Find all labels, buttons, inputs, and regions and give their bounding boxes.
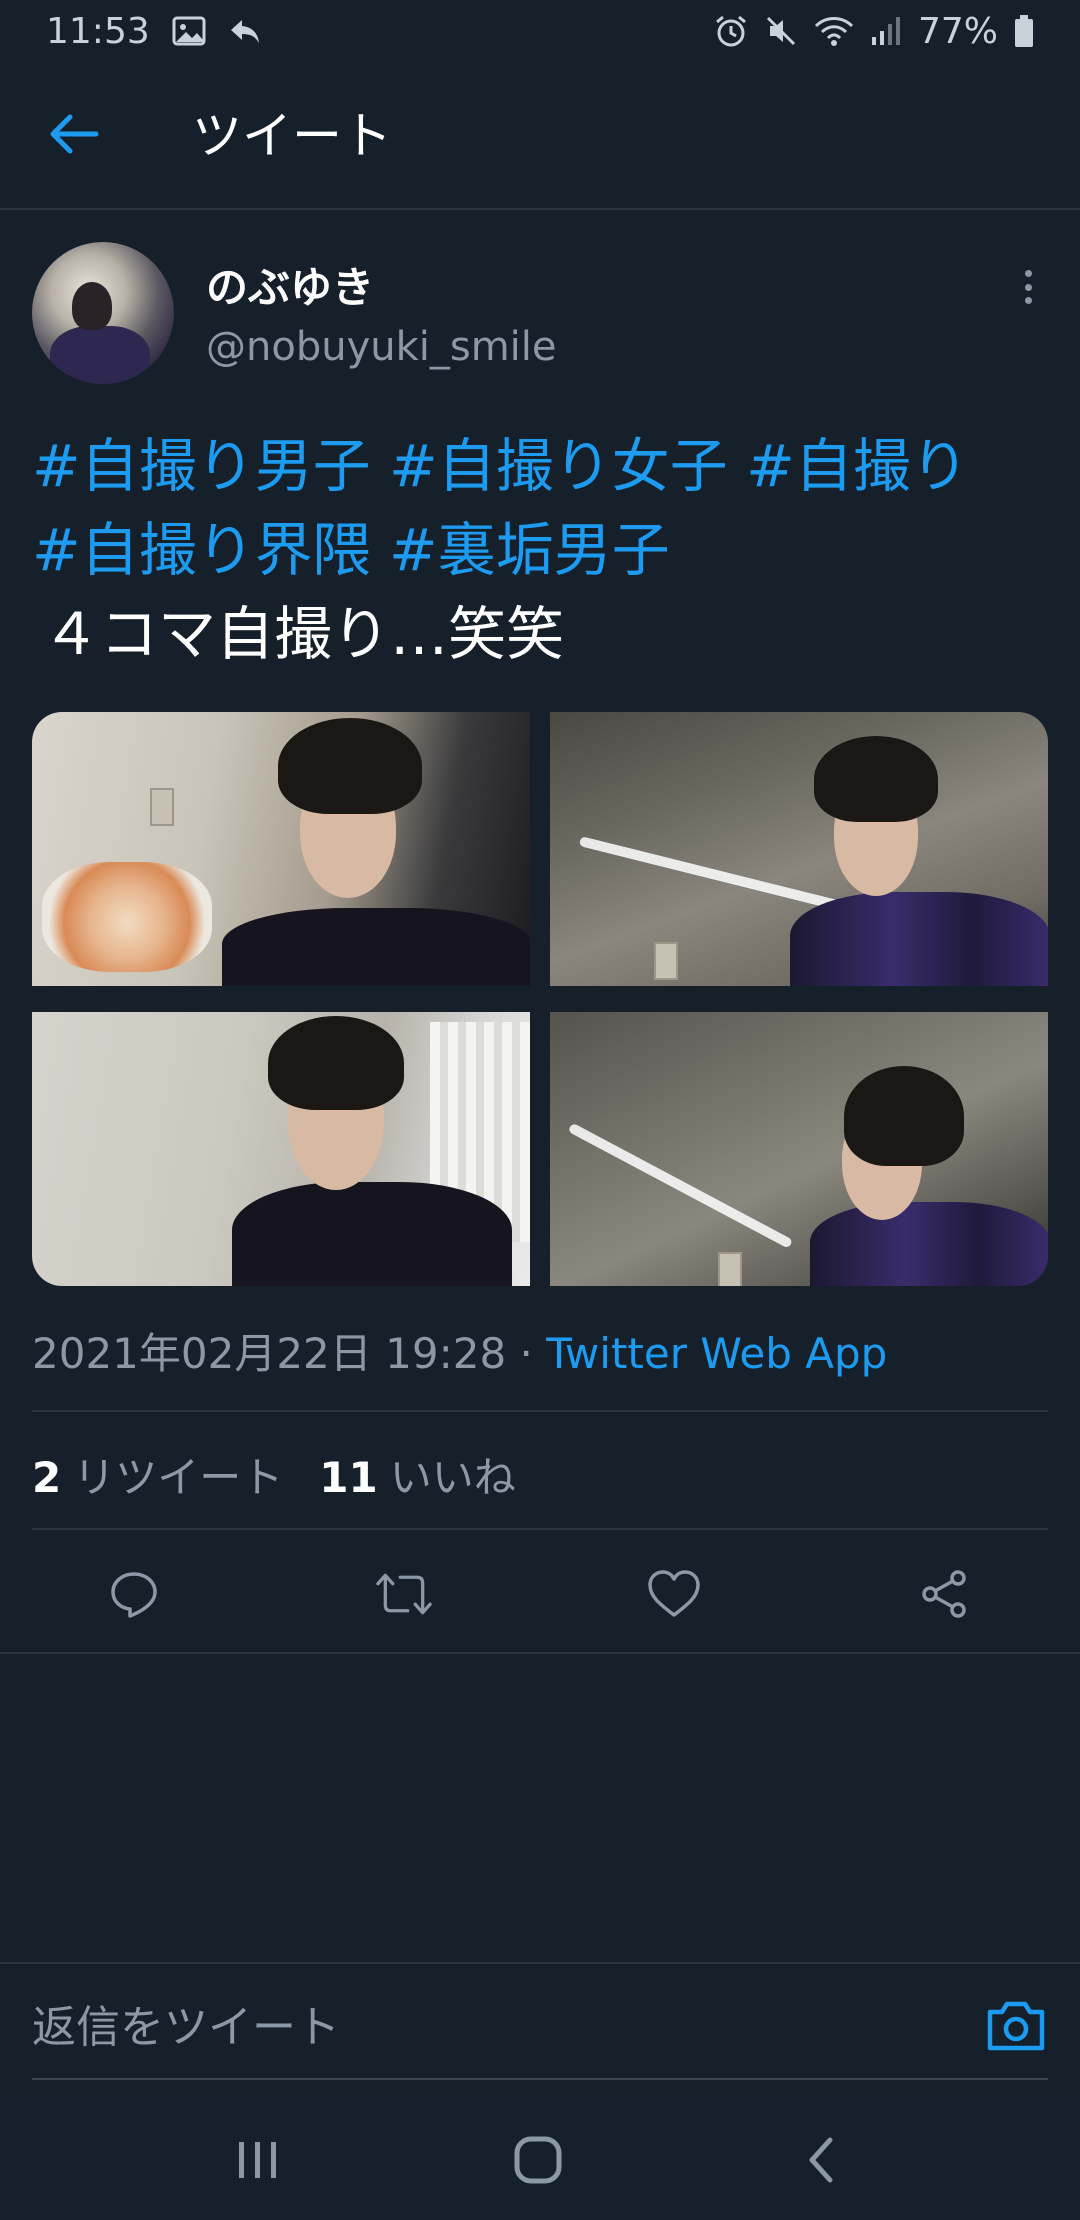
author-name[interactable]: のぶゆき [206,254,374,315]
battery-text: 77% [917,10,998,52]
back-icon[interactable] [792,2132,852,2188]
page-title: ツイート [192,107,392,165]
avatar-figure-head [72,282,112,330]
light-switch-shape [654,942,678,980]
likes-label: いいね [389,1453,516,1502]
more-options-icon[interactable] [1010,264,1046,310]
back-button[interactable] [44,108,104,164]
timestamp-text: 2021年02月22日 19:28 · [32,1329,547,1378]
recents-icon[interactable] [228,2132,288,2188]
divider [0,1652,1080,1654]
divider [32,1528,1048,1530]
reply-underline [32,2078,1048,2080]
hashtag-link[interactable]: #裏垢男子 [389,516,670,584]
media-grid [32,712,1048,1286]
reply-bar: 返信をツイート [0,1962,1080,2092]
light-switch-shape [150,788,174,826]
person-shirt [810,1202,1048,1286]
tweet-timestamp: 2021年02月22日 19:28 · Twitter Web App [32,1320,887,1381]
reply-arrow-icon [228,17,262,45]
person-hair [814,736,938,822]
light-beam [567,1122,794,1249]
reply-icon[interactable] [106,1566,162,1622]
hashtag-link[interactable]: #自撮り界隈 [32,516,371,584]
person-hair [268,1016,404,1110]
hashtag-link[interactable]: #自撮り男子 [32,432,371,500]
likes-stat[interactable]: 11 いいね [319,1444,515,1505]
app-header: ツイート [0,62,1080,210]
status-time: 11:53 [46,10,150,52]
home-icon[interactable] [508,2132,568,2188]
source-link[interactable]: Twitter Web App [546,1329,887,1378]
tweet-photo-2[interactable] [550,712,1048,986]
status-bar: 11:53 77% [0,0,1080,62]
person-shirt [232,1182,512,1286]
hashtag-link[interactable]: #自撮り [746,432,969,500]
hashtag-link[interactable]: #自撮り女子 [389,432,728,500]
avatar[interactable] [32,242,174,384]
person-hair [844,1066,964,1166]
tweet-stats: 2 リツイート 11 いいね [32,1444,516,1505]
tweet-actions [0,1540,1080,1646]
retweets-stat[interactable]: 2 リツイート [32,1444,283,1505]
author-handle[interactable]: @nobuyuki_smile [206,324,557,370]
likes-count: 11 [319,1453,378,1502]
signal-icon [870,15,902,47]
avatar-figure-body [50,326,150,384]
retweets-count: 2 [32,1453,62,1502]
camera-icon[interactable] [984,1994,1048,2058]
divider [32,1410,1048,1412]
like-icon[interactable] [646,1566,702,1622]
system-nav-bar [0,2094,1080,2220]
tweet-body: ４コマ自撮り…笑笑 [42,600,565,668]
reply-input[interactable]: 返信をツイート [32,1998,932,2058]
retweets-label: リツイート [73,1453,284,1502]
mute-icon [764,14,798,48]
tweet-text: #自撮り男子 #自撮り女子 #自撮り #自撮り界隈 #裏垢男子 ４コマ自撮り…笑… [32,424,1048,676]
tweet-photo-4[interactable] [550,1012,1048,1286]
light-switch-shape [718,1252,742,1286]
share-icon[interactable] [916,1566,972,1622]
person-shirt [222,908,530,986]
light-beam [578,836,853,914]
alarm-icon [714,14,748,48]
image-icon [172,16,206,46]
tweet-photo-3[interactable] [32,1012,530,1286]
battery-icon [1014,14,1034,48]
retweet-icon[interactable] [376,1566,432,1622]
tweet-photo-1[interactable] [32,712,530,986]
cat-bed-shape [42,862,212,972]
person-hair [278,718,422,814]
arrow-left-icon [48,112,100,160]
person-shirt [790,892,1048,986]
wifi-icon [814,14,854,48]
